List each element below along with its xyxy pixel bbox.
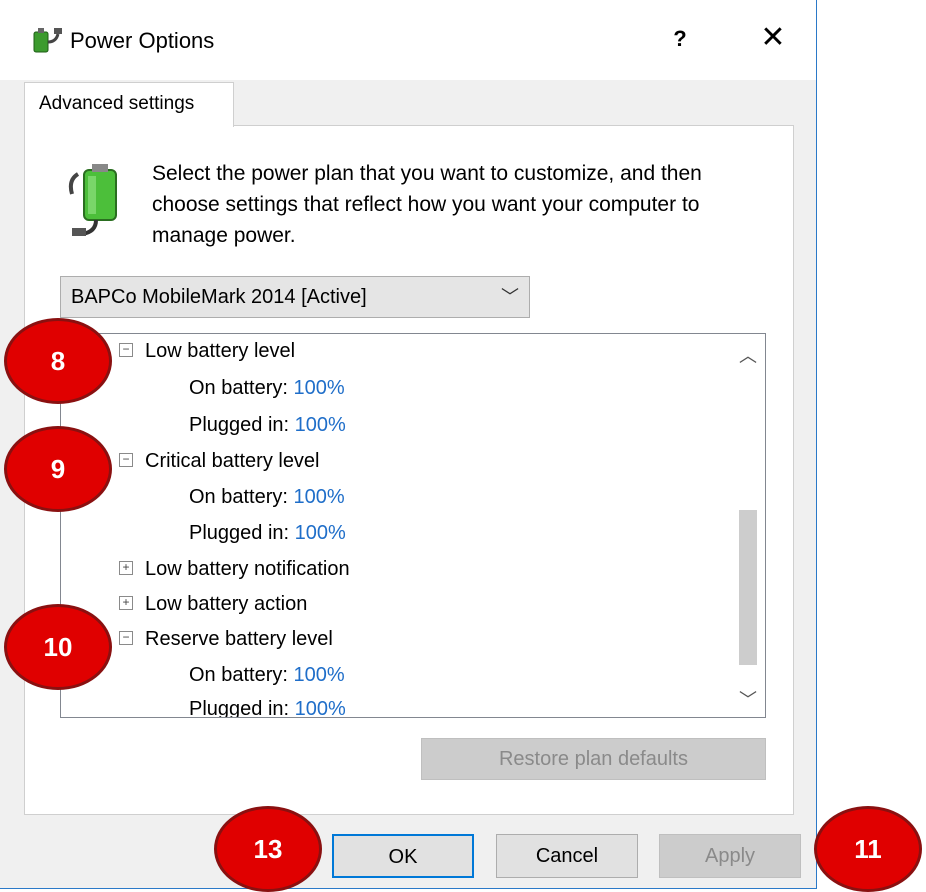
callout-badge: 8 xyxy=(4,318,112,404)
setting-value-link[interactable]: 100% xyxy=(295,522,346,544)
tree-item-label: Low battery level xyxy=(145,340,296,362)
tree-item-label: Critical battery level xyxy=(145,450,320,472)
window-title: Power Options xyxy=(70,28,215,53)
tab-advanced-settings[interactable]: Advanced settings xyxy=(24,82,234,127)
intro-text: Select the power plan that you want to c… xyxy=(152,162,702,247)
setting-value-link[interactable]: 100% xyxy=(294,377,345,399)
collapse-icon[interactable]: − xyxy=(119,342,133,357)
expand-icon[interactable]: + xyxy=(119,595,133,610)
ok-button[interactable]: OK xyxy=(332,834,474,878)
setting-label: Plugged in: xyxy=(189,522,290,544)
power-options-icon xyxy=(33,28,62,53)
setting-label: On battery: xyxy=(189,664,288,686)
chevron-down-icon: ﹀ xyxy=(501,287,519,307)
scroll-thumb[interactable] xyxy=(739,510,757,665)
collapse-icon[interactable]: − xyxy=(119,452,133,467)
apply-button[interactable]: Apply xyxy=(659,834,801,878)
collapse-icon[interactable]: − xyxy=(119,630,133,645)
setting-on-battery: On battery: 100% xyxy=(189,377,345,400)
setting-plugged-in: Plugged in: 100% xyxy=(189,414,346,437)
tree-item-low-battery-notification[interactable]: + Low battery notification xyxy=(119,558,350,581)
setting-label: On battery: xyxy=(189,377,288,399)
restore-plan-defaults-button[interactable]: Restore plan defaults xyxy=(421,738,766,780)
setting-value-link[interactable]: 100% xyxy=(294,486,345,508)
cancel-button[interactable]: Cancel xyxy=(496,834,638,878)
scroll-up-icon[interactable]: ︿ xyxy=(739,342,757,368)
tree-item-label: Reserve battery level xyxy=(145,628,333,650)
tree-scrollbar[interactable]: ︿ ﹀ xyxy=(731,334,765,717)
power-options-dialog: Power Options ? ✕ Advanced settings Sele… xyxy=(0,0,817,889)
callout-badge: 10 xyxy=(4,604,112,690)
callout-badge: 11 xyxy=(814,806,922,892)
setting-label: Plugged in: xyxy=(189,414,290,436)
close-button[interactable]: ✕ xyxy=(758,20,788,55)
tree-item-critical-battery-level[interactable]: − Critical battery level xyxy=(119,450,320,473)
power-plan-value: BAPCo MobileMark 2014 [Active] xyxy=(71,286,367,308)
callout-badge: 13 xyxy=(214,806,322,892)
tree-item-low-battery-action[interactable]: + Low battery action xyxy=(119,593,307,616)
setting-value-link[interactable]: 100% xyxy=(294,664,345,686)
setting-label: On battery: xyxy=(189,486,288,508)
power-plan-select[interactable]: BAPCo MobileMark 2014 [Active] ﹀ xyxy=(60,276,530,318)
setting-value-link[interactable]: 100% xyxy=(295,414,346,436)
help-button[interactable]: ? xyxy=(670,26,690,52)
tree-item-reserve-battery-level[interactable]: − Reserve battery level xyxy=(119,628,333,651)
setting-label: Plugged in: xyxy=(189,698,290,718)
tree-item-label: Low battery notification xyxy=(145,558,350,580)
setting-plugged-in: Plugged in: 100% xyxy=(189,522,346,545)
setting-plugged-in: Plugged in: 100% xyxy=(189,698,346,718)
battery-plug-icon xyxy=(68,164,117,236)
title-bar: Power Options ? ✕ xyxy=(0,0,816,80)
setting-on-battery: On battery: 100% xyxy=(189,486,345,509)
setting-value-link[interactable]: 100% xyxy=(295,698,346,717)
settings-tree[interactable]: − Low battery level On battery: 100% Plug… xyxy=(60,333,766,718)
tab-label: Advanced settings xyxy=(39,93,195,114)
expand-icon[interactable]: + xyxy=(119,560,133,575)
setting-on-battery: On battery: 100% xyxy=(189,664,345,687)
scroll-down-icon[interactable]: ﹀ xyxy=(739,686,757,712)
callout-badge: 9 xyxy=(4,426,112,512)
tree-item-label: Low battery action xyxy=(145,593,308,615)
tree-item-low-battery-level[interactable]: − Low battery level xyxy=(119,340,295,363)
